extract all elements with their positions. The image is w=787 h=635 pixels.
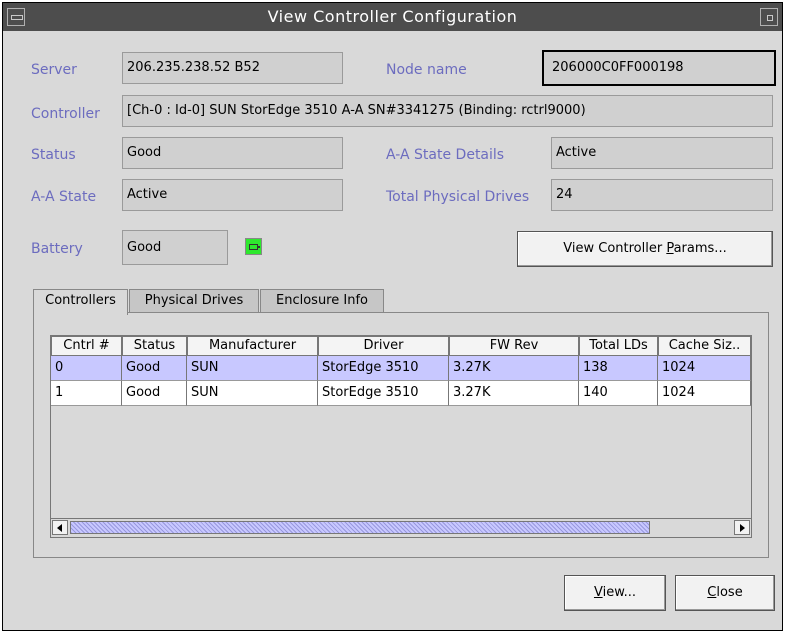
column-header-total-lds[interactable]: Total LDs [579,336,658,356]
table-cell: StorEdge 3510 [318,381,449,406]
controller-label: Controller [31,106,100,122]
table-cell: Good [122,356,187,381]
node-name-label: Node name [386,62,467,78]
column-header-status[interactable]: Status [122,336,187,356]
params-button-mnemonic: P [666,241,674,256]
controller-field: [Ch-0 : Id-0] SUN StorEdge 3510 A-A SN#3… [122,95,773,127]
column-header-fw-rev[interactable]: FW Rev [449,336,579,356]
battery-label: Battery [31,241,83,257]
table-row[interactable]: 0 Good SUN StorEdge 3510 3.27K 138 1024 [51,356,751,381]
window-iconify-icon[interactable] [760,8,778,26]
tab-controllers[interactable]: Controllers [33,289,128,315]
close-button[interactable]: Close [675,575,775,611]
status-label: Status [31,147,76,163]
table-cell: Good [122,381,187,406]
battery-icon [245,238,262,255]
server-field: 206.235.238.52 B52 [122,52,343,84]
table-row[interactable]: 1 Good SUN StorEdge 3510 3.27K 140 1024 [51,381,751,406]
column-header-cache-size[interactable]: Cache Siz.. [658,336,751,356]
column-header-driver[interactable]: Driver [318,336,449,356]
column-header-cntrl[interactable]: Cntrl # [51,336,122,356]
scrollbar-thumb[interactable] [70,521,650,534]
table-cell: StorEdge 3510 [318,356,449,381]
table-header: Cntrl # Status Manufacturer Driver FW Re… [51,336,751,356]
battery-field: Good [122,230,228,265]
table-cell: SUN [187,381,318,406]
params-button-text-pre: View Controller [563,241,667,256]
close-button-text: lose [716,585,743,600]
table-cell: 1024 [658,381,751,406]
params-button-text-post: arams... [673,241,727,256]
table-cell: 3.27K [449,356,579,381]
server-label: Server [31,62,77,78]
aa-state-label: A-A State [31,189,97,205]
view-controller-params-button[interactable]: View Controller Params... [517,231,773,267]
scroll-right-icon[interactable] [734,520,750,535]
controllers-table: Cntrl # Status Manufacturer Driver FW Re… [50,335,752,538]
view-button-mnemonic: V [593,585,603,600]
status-field: Good [122,137,343,169]
column-header-manufacturer[interactable]: Manufacturer [187,336,318,356]
horizontal-scrollbar[interactable] [51,518,751,536]
node-name-field[interactable]: 206000C0FF000198 [542,50,776,86]
total-physical-drives-field: 24 [551,179,773,211]
table-cell: 0 [51,356,122,381]
window-title: View Controller Configuration [267,7,518,26]
table-cell: 138 [579,356,658,381]
total-physical-drives-label: Total Physical Drives [386,189,530,205]
aa-state-details-label: A-A State Details [386,147,505,163]
table-cell: 3.27K [449,381,579,406]
table-cell: 1024 [658,356,751,381]
tab-enclosure-info[interactable]: Enclosure Info [260,289,384,313]
table-cell: 1 [51,381,122,406]
aa-state-details-field: Active [551,137,773,169]
scroll-left-icon[interactable] [52,520,68,535]
view-button[interactable]: View... [564,575,666,611]
view-button-text: iew... [602,585,637,600]
close-button-mnemonic: C [707,585,717,600]
tab-physical-drives[interactable]: Physical Drives [129,289,259,313]
table-cell: SUN [187,356,318,381]
table-cell: 140 [579,381,658,406]
title-bar[interactable]: View Controller Configuration [3,3,782,31]
aa-state-field: Active [122,179,343,211]
